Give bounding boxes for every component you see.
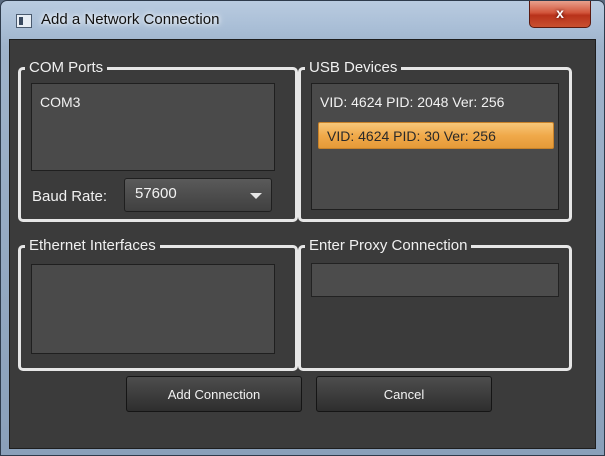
ethernet-interfaces-group: Ethernet Interfaces	[18, 237, 298, 371]
usb-device-item-selected[interactable]: VID: 4624 PID: 30 Ver: 256	[318, 122, 554, 149]
dialog-window: Add a Network Connection x COM Ports COM…	[0, 0, 605, 456]
usb-devices-list[interactable]: VID: 4624 PID: 2048 Ver: 256 VID: 4624 P…	[311, 83, 559, 210]
add-connection-button[interactable]: Add Connection	[126, 376, 302, 412]
ethernet-interfaces-label: Ethernet Interfaces	[25, 237, 160, 255]
com-ports-group: COM Ports COM3 Baud Rate: 57600	[18, 59, 298, 222]
com-port-item[interactable]: COM3	[40, 94, 80, 110]
close-button[interactable]: x	[529, 1, 591, 28]
cancel-button[interactable]: Cancel	[316, 376, 492, 412]
usb-device-item[interactable]: VID: 4624 PID: 2048 Ver: 256	[320, 94, 504, 110]
usb-devices-group: USB Devices VID: 4624 PID: 2048 Ver: 256…	[298, 59, 572, 222]
client-area: COM Ports COM3 Baud Rate: 57600 USB Devi…	[9, 39, 596, 449]
window-title: Add a Network Connection	[41, 11, 220, 28]
ethernet-interfaces-list[interactable]	[31, 264, 275, 354]
chevron-down-icon	[250, 193, 262, 199]
proxy-connection-label: Enter Proxy Connection	[305, 237, 472, 255]
usb-devices-label: USB Devices	[305, 59, 402, 77]
proxy-connection-input[interactable]	[311, 263, 559, 297]
com-ports-list[interactable]: COM3	[31, 83, 275, 171]
proxy-connection-group: Enter Proxy Connection	[298, 237, 572, 371]
app-icon	[16, 14, 32, 28]
baud-rate-dropdown[interactable]: 57600	[124, 178, 272, 212]
title-bar[interactable]: Add a Network Connection x	[1, 1, 604, 39]
baud-rate-label: Baud Rate:	[32, 188, 108, 205]
com-ports-label: COM Ports	[25, 59, 108, 77]
baud-rate-value: 57600	[135, 185, 177, 202]
